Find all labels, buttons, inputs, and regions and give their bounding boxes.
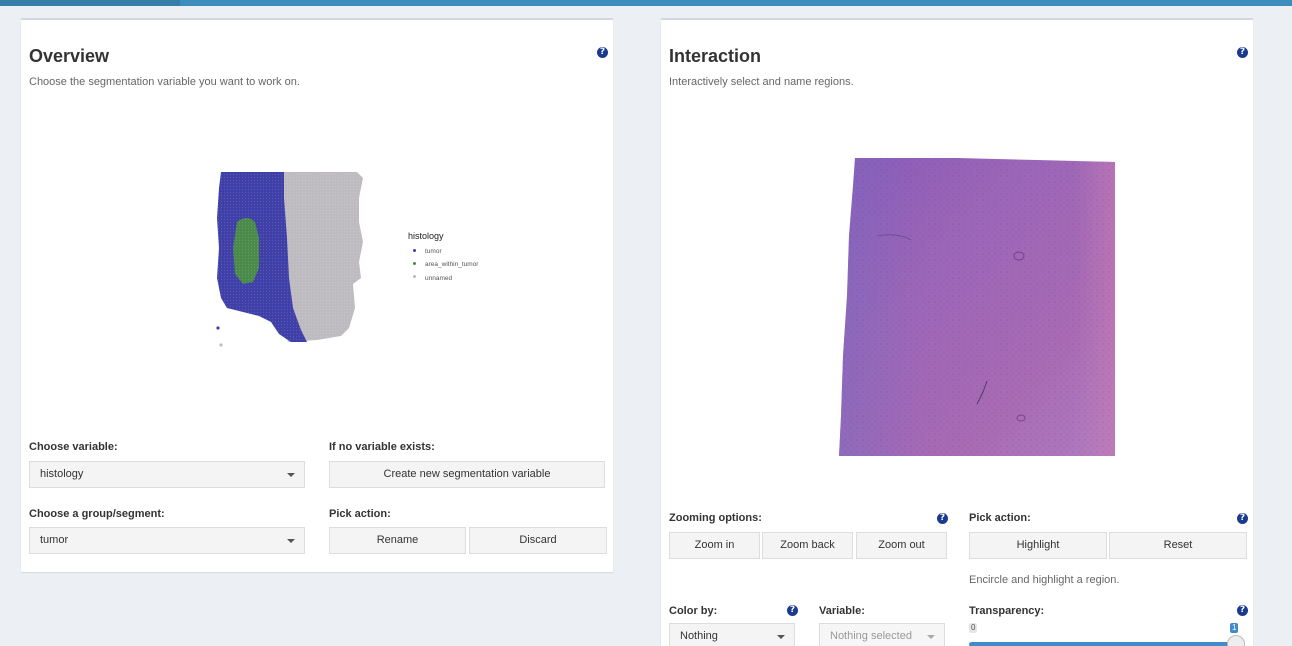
legend-item-unnamed: unnamed	[425, 275, 453, 282]
variable-placeholder: Nothing selected	[830, 630, 912, 642]
transparency-slider-handle[interactable]	[1227, 635, 1245, 646]
segmentation-plot	[216, 172, 365, 347]
transparency-slider-track[interactable]	[969, 642, 1237, 646]
legend-item-tumor: tumor	[425, 248, 442, 255]
chevron-down-icon	[927, 635, 935, 639]
variable-select[interactable]: Nothing selected	[819, 623, 945, 646]
interaction-description: Interactively select and name regions.	[669, 76, 854, 88]
interaction-title: Interaction	[669, 46, 762, 66]
legend-title: histology	[408, 231, 444, 241]
transparency-max-label: 1	[1230, 623, 1239, 633]
histology-image[interactable]	[837, 156, 1117, 456]
reset-button[interactable]: Reset	[1109, 532, 1247, 559]
overview-box: Overview ? Choose the segmentation varia…	[21, 18, 613, 572]
variable-label: Variable:	[819, 605, 865, 617]
color-by-select[interactable]: Nothing	[669, 623, 795, 646]
highlight-button[interactable]: Highlight	[969, 532, 1107, 559]
choose-group-value: tumor	[40, 534, 69, 546]
tumor-outlier-point	[216, 326, 220, 330]
zoom-back-button[interactable]: Zoom back	[762, 532, 853, 559]
transparency-label: Transparency:	[969, 605, 1045, 617]
chevron-down-icon	[777, 635, 785, 639]
action-hint: Encircle and highlight a region.	[969, 574, 1120, 586]
overview-title: Overview	[29, 46, 110, 66]
color-by-label: Color by:	[669, 605, 718, 617]
chevron-down-icon	[287, 539, 295, 543]
interaction-box: Interaction ? Interactively select and n…	[661, 18, 1253, 646]
top-header-bar	[0, 0, 1292, 6]
zoom-in-button[interactable]: Zoom in	[669, 532, 760, 559]
choose-variable-value: histology	[40, 468, 84, 480]
legend-swatch-tumor	[413, 249, 416, 252]
choose-group-select[interactable]: tumor	[29, 527, 305, 554]
pick-action-help-icon[interactable]: ?	[1237, 513, 1248, 524]
zoom-out-button[interactable]: Zoom out	[856, 532, 947, 559]
choose-group-label: Choose a group/segment:	[29, 508, 165, 520]
choose-variable-label: Choose variable:	[29, 441, 118, 453]
zoom-options-label: Zooming options:	[669, 512, 762, 524]
tissue-cell-texture	[839, 158, 1115, 456]
overview-help-icon[interactable]: ?	[597, 47, 608, 58]
legend-swatch-unnamed	[413, 275, 416, 278]
rename-button[interactable]: Rename	[329, 527, 466, 554]
overview-description: Choose the segmentation variable you wan…	[29, 76, 300, 88]
color-by-value: Nothing	[680, 630, 718, 642]
unnamed-outlier-point	[219, 343, 223, 347]
legend-swatch-area-within-tumor	[413, 262, 416, 265]
overview-pick-action-label: Pick action:	[329, 508, 391, 520]
plot-texture	[217, 172, 365, 344]
transparency-help-icon[interactable]: ?	[1237, 605, 1248, 616]
transparency-min-label: 0	[969, 623, 978, 633]
no-variable-label: If no variable exists:	[329, 441, 435, 453]
discard-button[interactable]: Discard	[469, 527, 607, 554]
choose-variable-select[interactable]: histology	[29, 461, 305, 488]
interaction-help-icon[interactable]: ?	[1237, 47, 1248, 58]
chevron-down-icon	[287, 473, 295, 477]
interaction-pick-action-label: Pick action:	[969, 512, 1031, 524]
legend-item-area-within-tumor: area_within_tumor	[425, 261, 479, 268]
color-by-help-icon[interactable]: ?	[787, 605, 798, 616]
create-segmentation-variable-button[interactable]: Create new segmentation variable	[329, 461, 605, 488]
zoom-help-icon[interactable]: ?	[937, 513, 948, 524]
header-logo-area	[0, 0, 180, 6]
